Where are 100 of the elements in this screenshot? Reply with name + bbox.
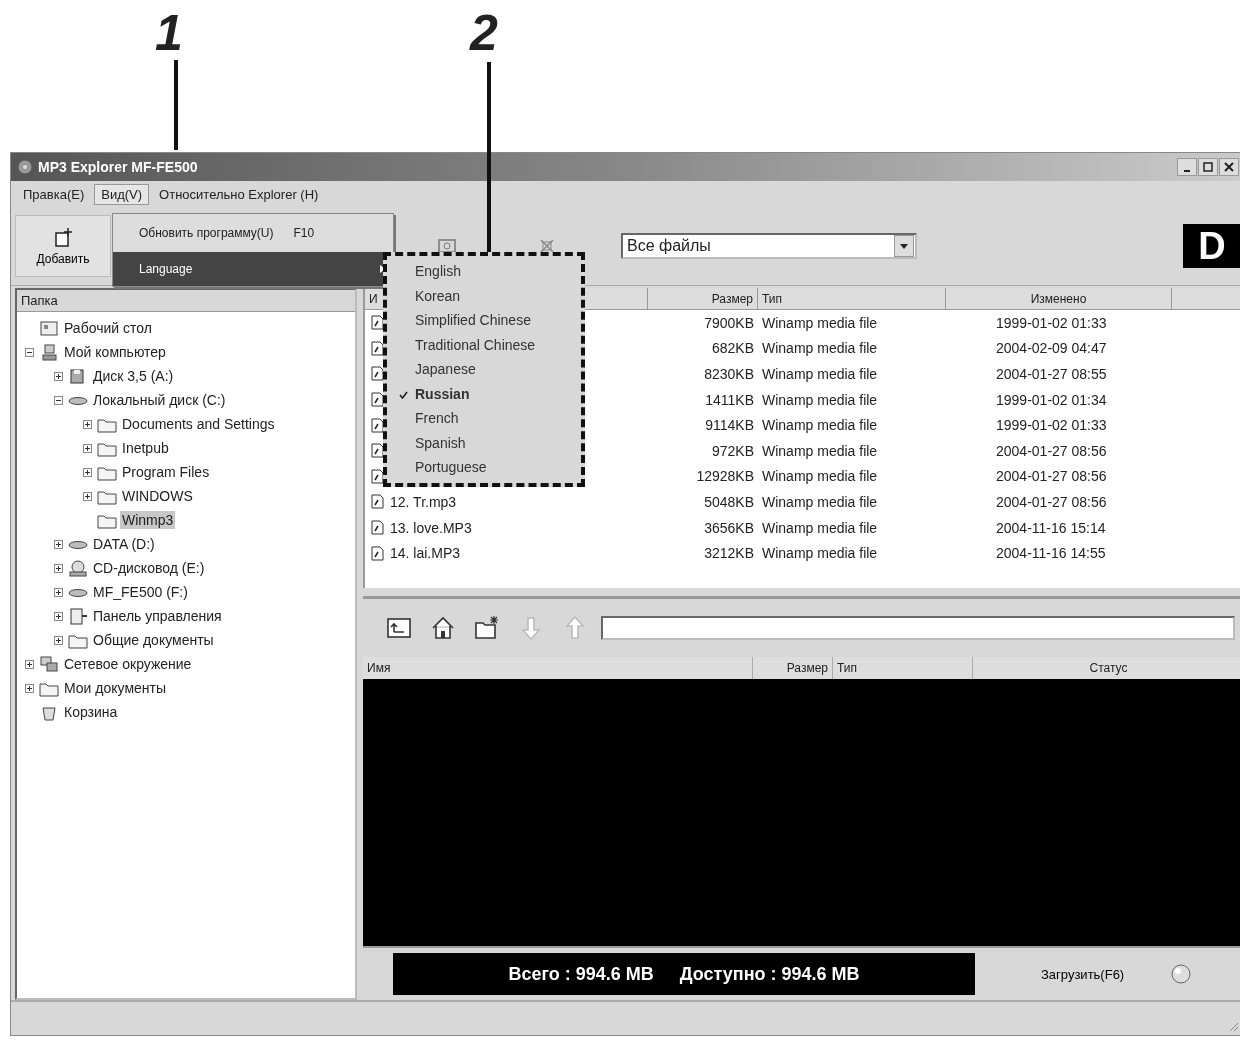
- tree-item[interactable]: Inetpub: [120, 439, 171, 457]
- column-header[interactable]: Изменено: [946, 288, 1172, 310]
- tree-item[interactable]: Мои документы: [62, 679, 168, 697]
- expand-icon[interactable]: [54, 371, 63, 381]
- filter-dropdown[interactable]: Все файлы: [621, 233, 917, 259]
- minimize-icon: [1184, 170, 1190, 172]
- expand-icon[interactable]: [83, 443, 92, 453]
- tree-item[interactable]: Панель управления: [91, 607, 224, 625]
- expand-icon[interactable]: [25, 683, 34, 693]
- table-cell[interactable]: 12. Tr.mp3: [390, 493, 457, 510]
- table-cell-text: Winamp media file: [761, 468, 879, 485]
- file-icon: [371, 315, 384, 331]
- computer-icon: [39, 343, 59, 361]
- tree-item[interactable]: Общие документы: [91, 631, 216, 649]
- tree-item[interactable]: Диск 3,5 (A:): [91, 367, 176, 385]
- table-cell-text: Winamp media file: [761, 391, 879, 408]
- expand-icon[interactable]: [83, 419, 92, 429]
- table-cell-text: Winamp media file: [761, 417, 879, 434]
- language-option[interactable]: Spanish: [387, 430, 581, 455]
- table-cell[interactable]: 13. love.MP3: [390, 519, 472, 536]
- collapse-icon[interactable]: [54, 395, 63, 405]
- available-size: Доступно : 994.6 MB: [679, 963, 860, 985]
- table-cell-text: 2004-02-09 04:47: [995, 340, 1108, 357]
- menu-item[interactable]: Обновить программу(U) F10: [113, 214, 393, 252]
- tree-item[interactable]: Documents and Settings: [120, 415, 277, 433]
- table-cell-text: 1999-01-02 01:34: [995, 391, 1108, 408]
- disc-icon: [17, 159, 33, 175]
- minimize-button[interactable]: [1177, 158, 1197, 176]
- language-option[interactable]: Simplified Chinese: [387, 308, 581, 333]
- table-cell-text: 1411KB: [704, 391, 755, 408]
- language-option[interactable]: Portuguese: [387, 455, 581, 480]
- expand-icon[interactable]: [25, 659, 34, 669]
- close-button[interactable]: [1219, 158, 1239, 176]
- tree-item[interactable]: Рабочий стол: [62, 319, 154, 337]
- table-cell-text: Winamp media file: [761, 519, 879, 536]
- callout-number: 1: [155, 8, 183, 58]
- table-cell-text: 1999-01-02 01:33: [995, 417, 1108, 434]
- menu-item[interactable]: Правка(E): [17, 184, 91, 204]
- cd-drive-icon: [68, 559, 88, 577]
- file-icon: [371, 468, 384, 484]
- expand-icon[interactable]: [54, 563, 63, 573]
- table-cell-text: Winamp media file: [761, 442, 879, 459]
- tree-item[interactable]: Winmp3: [120, 511, 176, 529]
- panel-header: Папка: [17, 290, 355, 312]
- expand-icon[interactable]: [54, 539, 63, 549]
- column-header[interactable]: Тип: [758, 288, 946, 310]
- file-icon: [371, 443, 384, 459]
- tree-item[interactable]: Сетевое окружение: [62, 655, 194, 673]
- maximize-button[interactable]: [1198, 158, 1218, 176]
- table-cell-text: 2004-11-16 15:14: [995, 519, 1107, 536]
- expand-icon[interactable]: [83, 467, 92, 477]
- total-size: Всего : 994.6 MB: [508, 963, 654, 985]
- window-title: MP3 Explorer MF-FE500: [38, 159, 198, 175]
- logo: D: [1183, 224, 1240, 268]
- tree-item[interactable]: MF_FE500 (F:): [91, 583, 190, 601]
- file-icon: [371, 392, 384, 408]
- menu-item[interactable]: Относительно Explorer (H): [153, 184, 325, 204]
- tree-item[interactable]: WINDOWS: [120, 487, 195, 505]
- tree-item[interactable]: DATA (D:): [91, 535, 157, 553]
- menu-item[interactable]: Вид(V): [94, 183, 150, 205]
- expand-icon[interactable]: [54, 635, 63, 645]
- table-cell-text: 2004-01-27 08:55: [995, 366, 1108, 382]
- language-option[interactable]: French: [387, 406, 581, 431]
- language-option[interactable]: Traditional Chinese: [387, 332, 581, 357]
- collapse-icon[interactable]: [25, 347, 34, 357]
- table-cell-text: Winamp media file: [761, 314, 879, 331]
- file-icon: [371, 494, 384, 510]
- file-icon: [371, 520, 384, 536]
- table-cell-text: Winamp media file: [761, 340, 879, 357]
- table-cell-text: Winamp media file: [761, 366, 879, 382]
- check-icon: [399, 390, 408, 399]
- language-option[interactable]: Korean: [387, 283, 581, 308]
- table-cell-text: 12928KB: [695, 468, 755, 485]
- add-button[interactable]: Добавить: [15, 215, 111, 277]
- table-cell-text: 3656KB: [703, 519, 755, 536]
- network-icon: [39, 655, 59, 673]
- tree-item[interactable]: Корзина: [62, 703, 120, 721]
- tree-item[interactable]: Локальный диск (C:): [91, 391, 228, 409]
- table-cell[interactable]: 14. lai.MP3: [390, 545, 461, 562]
- submenu-arrow-icon: [380, 265, 385, 273]
- table-cell-text: 2004-11-16 14:55: [995, 545, 1107, 562]
- table-cell-text: 9114KB: [704, 417, 755, 434]
- table-cell-text: 682KB: [710, 340, 755, 357]
- language-option[interactable]: Japanese: [387, 357, 581, 382]
- upload-button[interactable]: Загрузить(F6): [1035, 965, 1131, 983]
- file-icon: [371, 340, 384, 356]
- table-cell-text: 2004-01-27 08:56: [995, 493, 1108, 510]
- table-cell-text: 1999-01-02 01:33: [995, 314, 1108, 331]
- column-header[interactable]: Размер: [648, 288, 758, 310]
- add-icon: [52, 226, 74, 248]
- file-icon: [371, 417, 384, 433]
- expand-icon[interactable]: [54, 587, 63, 597]
- tree-item[interactable]: CD-дисковод (E:): [91, 559, 207, 577]
- expand-icon[interactable]: [83, 491, 92, 501]
- path-field[interactable]: [601, 616, 1235, 640]
- tree-item[interactable]: Мой компьютер: [62, 343, 168, 361]
- language-option[interactable]: Russian: [387, 381, 581, 406]
- table-cell-text: 8230KB: [703, 366, 755, 382]
- expand-icon[interactable]: [54, 611, 63, 621]
- tree-item[interactable]: Program Files: [120, 463, 212, 481]
